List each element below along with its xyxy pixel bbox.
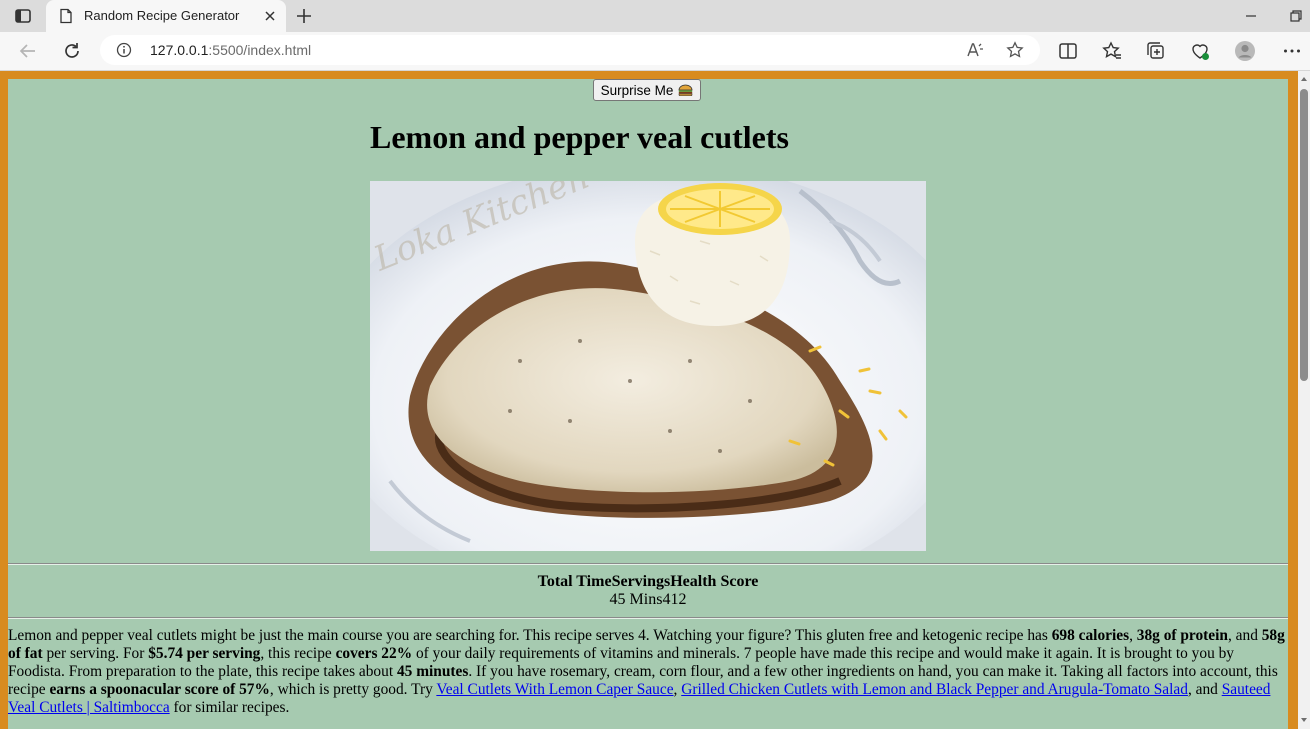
- surprise-me-label: Surprise Me: [600, 82, 674, 98]
- summary-coverage: covers 22%: [335, 645, 413, 662]
- similar-recipe-link-2[interactable]: Grilled Chicken Cutlets with Lemon and B…: [681, 681, 1188, 698]
- recipe-title: Lemon and pepper veal cutlets: [370, 119, 789, 155]
- stats-values: 45 Mins412: [8, 591, 1288, 609]
- profile-avatar-icon[interactable]: [1234, 40, 1256, 62]
- summary-text: Lemon and pepper veal cutlets might be j…: [8, 627, 1052, 644]
- page-icon: [60, 8, 72, 24]
- scroll-up-arrow-icon[interactable]: [1300, 75, 1308, 83]
- stat-value-health-score: 12: [670, 591, 687, 608]
- section-divider-top: [8, 563, 1288, 565]
- summary-protein: 38g of protein: [1136, 627, 1228, 644]
- surprise-me-button[interactable]: Surprise Me: [593, 79, 701, 101]
- back-icon[interactable]: [17, 40, 39, 62]
- browser-essentials-icon[interactable]: [1189, 40, 1211, 62]
- refresh-icon[interactable]: [61, 40, 83, 62]
- summary-calories: 698 calories: [1051, 627, 1130, 644]
- favorites-icon[interactable]: [1101, 40, 1123, 62]
- tab-actions-icon[interactable]: [14, 7, 32, 25]
- more-menu-icon[interactable]: [1281, 40, 1303, 62]
- close-tab-icon[interactable]: [262, 8, 278, 24]
- summary-text: ,: [1129, 627, 1137, 644]
- new-tab-icon[interactable]: [294, 6, 314, 26]
- similar-recipe-link-1[interactable]: Veal Cutlets With Lemon Caper Sauce: [436, 681, 673, 698]
- tab-title: Random Recipe Generator: [84, 8, 240, 23]
- recipe-summary: Lemon and pepper veal cutlets might be j…: [8, 627, 1288, 717]
- restore-icon[interactable]: [1286, 6, 1306, 26]
- stat-header-servings: Servings: [611, 573, 671, 590]
- recipe-stats: Total TimeServingsHealth Score 45 Mins41…: [8, 573, 1288, 609]
- read-aloud-icon[interactable]: [966, 41, 984, 59]
- page-viewport: Surprise Me Lemon and pepper veal cutlet…: [0, 71, 1298, 729]
- address-bar[interactable]: 127.0.0.1:5500/index.html: [100, 35, 1040, 65]
- url-text[interactable]: 127.0.0.1:5500/index.html: [150, 42, 311, 58]
- browser-tab-bar: Random Recipe Generator: [0, 0, 1310, 32]
- summary-price: $5.74 per serving: [148, 645, 261, 662]
- section-divider-bottom: [8, 617, 1288, 619]
- site-info-icon[interactable]: [116, 42, 132, 58]
- collections-icon[interactable]: [1145, 40, 1167, 62]
- minimize-icon[interactable]: [1241, 6, 1261, 26]
- summary-text: , and: [1227, 627, 1262, 644]
- browser-toolbar: 127.0.0.1:5500/index.html: [0, 32, 1310, 71]
- hamburger-emoji-icon: [678, 84, 693, 96]
- stat-header-health-score: Health Score: [670, 573, 759, 590]
- recipe-photo: Loka Kitchen: [370, 181, 926, 551]
- page-scrollbar[interactable]: [1298, 71, 1310, 729]
- scrollbar-thumb[interactable]: [1300, 89, 1308, 381]
- summary-text: , which is pretty good. Try: [269, 681, 437, 698]
- favorite-star-icon[interactable]: [1006, 41, 1024, 59]
- stat-value-total-time: 45 Mins: [609, 591, 663, 608]
- summary-text: , and: [1187, 681, 1222, 698]
- scroll-down-arrow-icon[interactable]: [1300, 716, 1308, 724]
- summary-text: , this recipe: [260, 645, 336, 662]
- summary-text: for similar recipes.: [169, 699, 290, 716]
- split-screen-icon[interactable]: [1057, 40, 1079, 62]
- stats-headers: Total TimeServingsHealth Score: [8, 573, 1288, 591]
- summary-text: per serving. For: [42, 645, 149, 662]
- summary-score: earns a spoonacular score of 57%: [49, 681, 270, 698]
- url-path: :5500/index.html: [208, 42, 312, 58]
- stat-header-total-time: Total Time: [537, 573, 612, 590]
- url-host: 127.0.0.1: [150, 42, 209, 58]
- summary-time: 45 minutes: [396, 663, 469, 680]
- browser-tab[interactable]: Random Recipe Generator: [46, 0, 286, 32]
- recipe-panel: Surprise Me Lemon and pepper veal cutlet…: [8, 79, 1288, 729]
